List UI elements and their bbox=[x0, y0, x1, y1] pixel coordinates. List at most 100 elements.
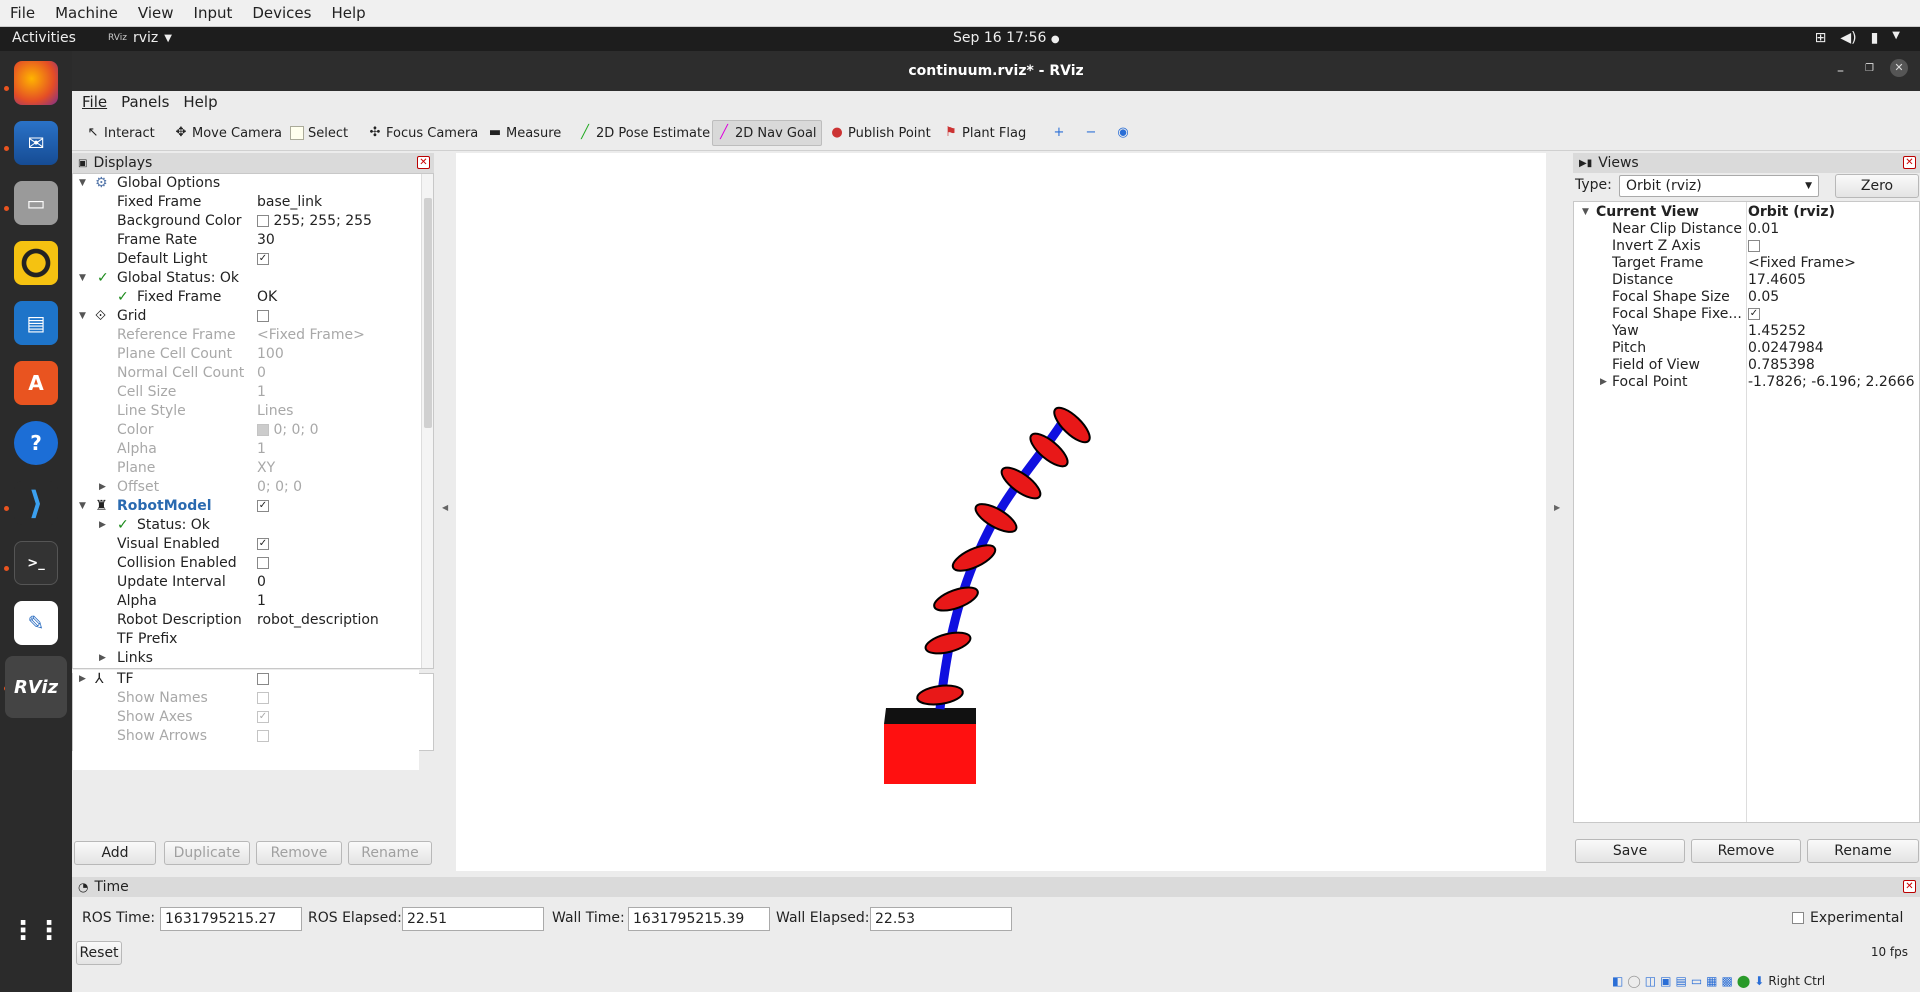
tree-row[interactable]: Alpha 1 bbox=[73, 440, 419, 459]
vscode-icon[interactable]: ⟩ bbox=[14, 481, 58, 525]
splitter-right-arrow-icon[interactable]: ▶ bbox=[1554, 503, 1560, 512]
wall-elapsed-field[interactable]: 22.53 bbox=[870, 907, 1012, 931]
activities-button[interactable]: Activities bbox=[12, 30, 76, 46]
text-editor-icon[interactable]: ✎ bbox=[14, 601, 58, 645]
view-row[interactable]: Yaw 1.45252 bbox=[1574, 323, 1919, 340]
remove-display-button[interactable]: Remove bbox=[256, 841, 342, 865]
view-row[interactable]: Focal Shape Size 0.05 bbox=[1574, 289, 1919, 306]
files-icon[interactable]: ▭ bbox=[14, 181, 58, 225]
row-value[interactable]: robot_description bbox=[257, 611, 379, 630]
row-value[interactable]: ✓ bbox=[257, 497, 269, 516]
tree-row[interactable]: Collision Enabled bbox=[73, 554, 419, 573]
view-row[interactable]: Focal Shape Fixe... ✓ bbox=[1574, 306, 1919, 323]
view-row[interactable]: ▼ Current View Orbit (rviz) bbox=[1574, 204, 1919, 221]
row-value[interactable]: 0.785398 bbox=[1748, 357, 1815, 374]
row-value[interactable] bbox=[257, 670, 269, 689]
row-value[interactable]: 0.0247984 bbox=[1748, 340, 1824, 357]
checkbox[interactable] bbox=[1748, 240, 1760, 252]
menu-panels[interactable]: Panels bbox=[121, 93, 169, 111]
remove-tool-button[interactable]: − bbox=[1080, 120, 1102, 146]
row-value[interactable]: ✓ bbox=[1748, 306, 1760, 323]
add-display-button[interactable]: Add bbox=[74, 841, 156, 865]
tree-row[interactable]: Fixed Frame base_link bbox=[73, 193, 419, 212]
scrollbar-thumb[interactable] bbox=[424, 198, 432, 428]
camera-type-button[interactable]: ◉ bbox=[1112, 120, 1134, 146]
experimental-toggle[interactable]: Experimental bbox=[1792, 910, 1903, 926]
host-menu-help[interactable]: Help bbox=[321, 4, 375, 22]
row-value[interactable]: base_link bbox=[257, 193, 322, 212]
tree-row[interactable]: TF Prefix bbox=[73, 630, 419, 649]
checkbox[interactable]: ✓ bbox=[257, 538, 269, 550]
tool-move-camera[interactable]: ✥ Move Camera bbox=[170, 120, 286, 146]
tree-row[interactable]: Plane Cell Count 100 bbox=[73, 345, 419, 364]
row-value[interactable]: 0.01 bbox=[1748, 221, 1779, 238]
tree-row[interactable]: Robot Description robot_description bbox=[73, 611, 419, 630]
minimize-icon[interactable]: – bbox=[1837, 63, 1844, 79]
menu-file[interactable]: File bbox=[82, 93, 107, 111]
tree-row[interactable]: Frame Rate 30 bbox=[73, 231, 419, 250]
tree-row[interactable]: Visual Enabled ✓ bbox=[73, 535, 419, 554]
row-value[interactable]: 255; 255; 255 bbox=[257, 212, 372, 231]
tree-row[interactable]: Reference Frame <Fixed Frame> bbox=[73, 326, 419, 345]
row-value[interactable]: ✓ bbox=[257, 535, 269, 554]
row-value[interactable] bbox=[1748, 238, 1760, 255]
add-tool-button[interactable]: + bbox=[1048, 120, 1070, 146]
firefox-icon[interactable] bbox=[14, 61, 58, 105]
restore-icon[interactable]: ❐ bbox=[1865, 63, 1874, 74]
row-value[interactable]: 0 bbox=[257, 573, 266, 592]
system-tray[interactable]: ⊞ ◀) ▮ ▼ bbox=[1815, 30, 1900, 46]
reset-button[interactable]: Reset bbox=[76, 941, 122, 965]
checkbox[interactable]: ✓ bbox=[257, 500, 269, 512]
rviz-icon[interactable]: RViz bbox=[5, 656, 67, 718]
tool-select[interactable]: Select bbox=[286, 120, 352, 146]
tree-row[interactable]: Line Style Lines bbox=[73, 402, 419, 421]
tree-row[interactable]: ▶ ✓ Status: Ok bbox=[73, 516, 419, 535]
tree-row[interactable]: Background Color 255; 255; 255 bbox=[73, 212, 419, 231]
duplicate-display-button[interactable]: Duplicate bbox=[164, 841, 250, 865]
view-row[interactable]: Near Clip Distance 0.01 bbox=[1574, 221, 1919, 238]
tree-row[interactable]: Plane XY bbox=[73, 459, 419, 478]
checkbox[interactable] bbox=[257, 557, 269, 569]
host-menu-file[interactable]: File bbox=[0, 4, 45, 22]
tree-row[interactable]: Update Interval 0 bbox=[73, 573, 419, 592]
terminal-icon[interactable]: >_ bbox=[14, 541, 58, 585]
software-center-icon[interactable]: A bbox=[14, 361, 58, 405]
host-menu-input[interactable]: Input bbox=[184, 4, 243, 22]
host-menu-devices[interactable]: Devices bbox=[242, 4, 321, 22]
tool-publish-point[interactable]: ● Publish Point bbox=[826, 120, 935, 146]
checkbox[interactable]: ✓ bbox=[1748, 308, 1760, 320]
row-value[interactable]: <Fixed Frame> bbox=[1748, 255, 1856, 272]
clock[interactable]: Sep 16 17:56 ● bbox=[953, 30, 1060, 46]
writer-icon[interactable]: ▤ bbox=[14, 301, 58, 345]
tree-row[interactable]: Show Axes ✓ bbox=[73, 708, 419, 727]
wall-time-field[interactable]: 1631795215.39 bbox=[628, 907, 770, 931]
tree-row[interactable]: ▼ ♜ RobotModel ✓ bbox=[73, 497, 419, 516]
row-value[interactable]: 17.4605 bbox=[1748, 272, 1806, 289]
view-row[interactable]: Invert Z Axis bbox=[1574, 238, 1919, 255]
ros-time-field[interactable]: 1631795215.27 bbox=[160, 907, 302, 931]
tree-row[interactable]: Alpha 1 bbox=[73, 592, 419, 611]
thunderbird-icon[interactable]: ✉ bbox=[14, 121, 58, 165]
3d-viewport[interactable] bbox=[456, 153, 1546, 871]
tree-row[interactable]: ▶ Offset 0; 0; 0 bbox=[73, 478, 419, 497]
host-menu-view[interactable]: View bbox=[128, 4, 184, 22]
row-value[interactable]: 1 bbox=[257, 592, 266, 611]
show-apps-icon[interactable]: ⋮⋮ bbox=[10, 909, 62, 953]
zero-button[interactable]: Zero bbox=[1835, 174, 1919, 198]
app-menu-button[interactable]: RViz rviz ▼ bbox=[108, 30, 172, 46]
tree-row[interactable]: ▼ ⟐ Grid bbox=[73, 307, 419, 326]
view-row[interactable]: Distance 17.4605 bbox=[1574, 272, 1919, 289]
tool-interact[interactable]: ↖ Interact bbox=[82, 120, 159, 146]
tree-row[interactable]: Normal Cell Count 0 bbox=[73, 364, 419, 383]
close-icon[interactable]: ✕ bbox=[1903, 880, 1916, 893]
remove-view-button[interactable]: Remove bbox=[1691, 839, 1801, 863]
tree-row[interactable]: Cell Size 1 bbox=[73, 383, 419, 402]
save-view-button[interactable]: Save bbox=[1575, 839, 1685, 863]
close-icon[interactable]: ✕ bbox=[1903, 156, 1916, 169]
displays-scrollbar[interactable] bbox=[421, 174, 433, 668]
row-value[interactable] bbox=[257, 307, 269, 326]
tree-row[interactable]: ▼ ⚙ Global Options bbox=[73, 174, 419, 193]
tree-row[interactable]: ▼ ✓ Global Status: Ok bbox=[73, 269, 419, 288]
row-value[interactable]: 30 bbox=[257, 231, 275, 250]
view-type-select[interactable]: Orbit (rviz) ▼ bbox=[1619, 175, 1819, 197]
